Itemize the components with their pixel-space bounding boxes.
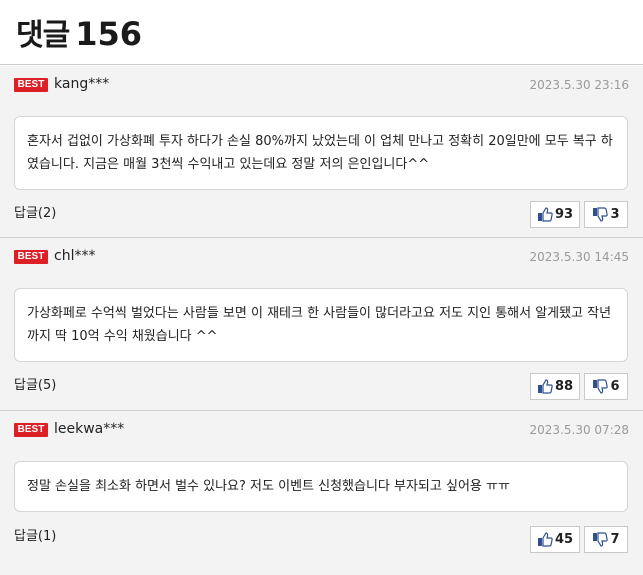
- thumbs-down-icon: [593, 207, 609, 222]
- comment-username[interactable]: kang***: [54, 76, 109, 92]
- dislike-button[interactable]: 3: [584, 201, 628, 228]
- dislike-count: 3: [610, 207, 620, 222]
- reply-link[interactable]: 답글(5): [14, 374, 56, 393]
- comments-header: 댓글 156: [0, 0, 643, 65]
- thumbs-up-icon: [537, 379, 553, 394]
- best-badge: BEST: [14, 423, 48, 437]
- dislike-button[interactable]: 7: [584, 526, 628, 553]
- reply-link[interactable]: 답글(1): [14, 525, 56, 544]
- comment-text: 가상화페로 수억씩 벌었다는 사람들 보면 이 재테크 한 사람들이 많더라고요…: [14, 288, 628, 362]
- comment-username[interactable]: leekwa***: [54, 421, 124, 437]
- comment-text: 혼자서 겁없이 가상화폐 투자 하다가 손실 80%까지 났었는데 이 업체 만…: [14, 116, 628, 190]
- comments-count: 156: [75, 15, 142, 53]
- dislike-count: 6: [610, 379, 620, 394]
- comment-date: 2023.5.30 23:16: [529, 78, 629, 92]
- comment-date: 2023.5.30 07:28: [529, 423, 629, 437]
- like-count: 93: [554, 207, 574, 222]
- like-button[interactable]: 45: [530, 526, 580, 553]
- best-badge: BEST: [14, 78, 48, 92]
- comment-item: BEST chl*** 2023.5.30 14:45 가상화페로 수억씩 벌었…: [0, 238, 643, 411]
- comment-item: BEST leekwa*** 2023.5.30 07:28 정말 손실을 최소…: [0, 411, 643, 575]
- dislike-button[interactable]: 6: [584, 373, 628, 400]
- thumbs-up-icon: [537, 207, 553, 222]
- comment-date: 2023.5.30 14:45: [529, 250, 629, 264]
- like-count: 45: [554, 532, 574, 547]
- thumbs-down-icon: [593, 532, 609, 547]
- like-button[interactable]: 88: [530, 373, 580, 400]
- dislike-count: 7: [610, 532, 620, 547]
- like-count: 88: [554, 379, 574, 394]
- thumbs-up-icon: [537, 532, 553, 547]
- best-badge: BEST: [14, 250, 48, 264]
- thumbs-down-icon: [593, 379, 609, 394]
- like-button[interactable]: 93: [530, 201, 580, 228]
- comment-text: 정말 손실을 최소화 하면서 벌수 있나요? 저도 이벤트 신청했습니다 부자되…: [14, 461, 628, 512]
- comments-title: 댓글: [16, 18, 70, 53]
- comment-username[interactable]: chl***: [54, 248, 95, 264]
- comment-item: BEST kang*** 2023.5.30 23:16 혼자서 겁없이 가상화…: [0, 66, 643, 238]
- reply-link[interactable]: 답글(2): [14, 202, 56, 221]
